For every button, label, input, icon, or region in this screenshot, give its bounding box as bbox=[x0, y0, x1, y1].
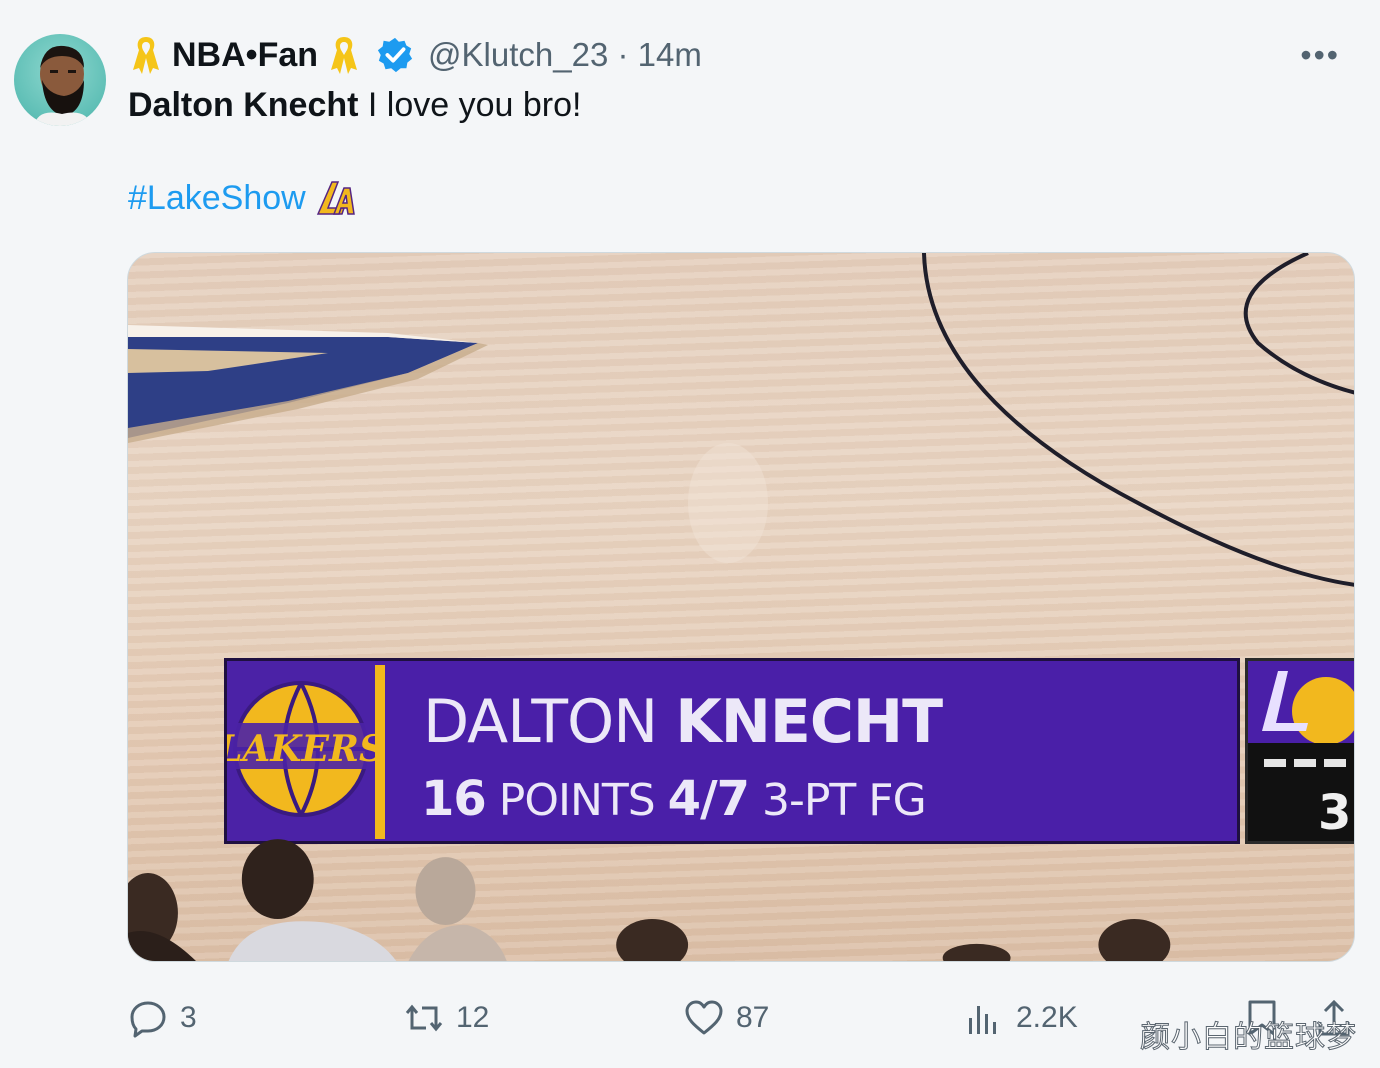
scoreboard-side-box: 3P bbox=[1245, 658, 1354, 844]
player-stats: 16 POINTS 4/7 3-PT FG bbox=[421, 771, 927, 827]
retweet-icon bbox=[405, 1004, 443, 1032]
la-lakers-emoji-icon bbox=[316, 181, 355, 215]
player-last-name: KNECHT bbox=[675, 687, 943, 757]
views-count: 2.2K bbox=[1016, 1001, 1078, 1034]
retweet-button[interactable]: 12 bbox=[404, 988, 489, 1048]
side-box-divider bbox=[1264, 759, 1354, 767]
player-first-name: DALTON bbox=[423, 687, 658, 757]
gold-ribbon-icon bbox=[133, 37, 159, 74]
player-lower-third: LAKERS DALTON KNECHT 16 POINTS 4/7 3-PT … bbox=[216, 658, 1240, 844]
player-name: DALTON KNECHT bbox=[423, 687, 943, 757]
reply-button[interactable]: 3 bbox=[128, 988, 197, 1048]
lakers-logo-text: LAKERS bbox=[227, 728, 375, 770]
points-value: 16 bbox=[421, 771, 487, 827]
hashtag-link[interactable]: #LakeShow bbox=[128, 179, 306, 218]
avatar-image bbox=[34, 45, 92, 126]
like-count: 87 bbox=[736, 1001, 770, 1034]
views-chart-icon bbox=[969, 1006, 996, 1034]
views-button[interactable]: 2.2K bbox=[964, 988, 1078, 1048]
retweet-count: 12 bbox=[456, 1001, 490, 1034]
tweet-text-bold: Dalton Knecht bbox=[128, 86, 359, 124]
tweet-text-rest: I love you bro! bbox=[358, 86, 582, 124]
like-button[interactable]: 87 bbox=[684, 988, 769, 1048]
tweet-text: Dalton Knecht I love you bro! bbox=[128, 86, 581, 125]
fg-value: 4/7 bbox=[667, 771, 750, 827]
display-name[interactable]: NBA•Fan bbox=[172, 36, 318, 75]
hashtag-line: #LakeShow bbox=[128, 178, 358, 218]
tweet-media-image[interactable]: LAKERS DALTON KNECHT 16 POINTS 4/7 3-PT … bbox=[127, 252, 1355, 962]
more-options-icon[interactable]: ••• bbox=[1300, 39, 1340, 71]
lakers-logo: LAKERS bbox=[216, 661, 385, 841]
lower-third-gold-bar bbox=[375, 665, 385, 839]
avatar[interactable] bbox=[14, 34, 106, 126]
fg-label: 3-PT FG bbox=[762, 775, 927, 826]
crowd-silhouettes bbox=[128, 839, 1171, 961]
heart-icon bbox=[685, 1000, 723, 1035]
side-box-logo bbox=[1248, 661, 1354, 745]
watermark-text: 颜小白的篮球梦 bbox=[1140, 1020, 1357, 1056]
gold-ribbon-icon bbox=[331, 37, 358, 74]
reply-icon bbox=[130, 1001, 166, 1038]
points-label: POINTS bbox=[498, 775, 656, 826]
handle-and-time[interactable]: @Klutch_23 · 14m bbox=[428, 36, 702, 74]
reply-count: 3 bbox=[180, 1001, 197, 1034]
verified-badge-icon[interactable] bbox=[376, 36, 414, 74]
tweet-header: NBA•Fan @Klutch_23 · 14m bbox=[130, 30, 1310, 80]
